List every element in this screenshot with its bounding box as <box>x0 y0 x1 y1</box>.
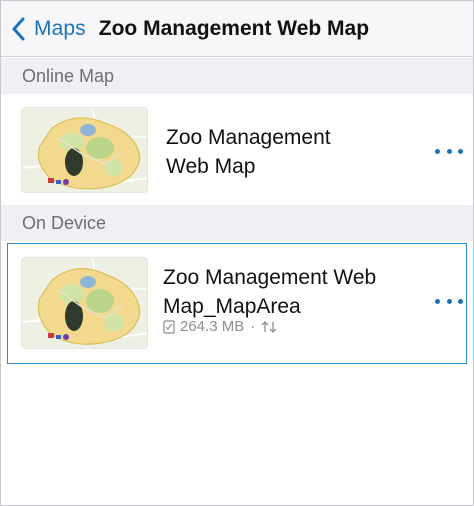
map-thumbnail <box>21 257 148 349</box>
more-options-button[interactable] <box>435 297 463 305</box>
section-header-on-device: On Device <box>1 205 473 241</box>
map-size: 264.3 MB <box>180 318 245 335</box>
map-title: Zoo Management Web Map_MapArea <box>163 263 376 321</box>
chevron-left-icon <box>12 17 25 40</box>
ellipsis-icon <box>458 148 463 154</box>
checklist-icon <box>163 319 175 334</box>
map-title-line: Zoo Management Web <box>163 266 377 289</box>
app-screen: Maps Zoo Management Web Map Online Map Z… <box>0 0 474 506</box>
map-title-line: Map_MapArea <box>163 295 301 318</box>
page-title: Zoo Management Web Map <box>98 16 370 40</box>
ellipsis-icon <box>458 298 463 304</box>
navigation-bar: Maps Zoo Management Web Map <box>1 1 473 57</box>
back-button-label: Maps <box>34 16 86 40</box>
sync-arrows-icon <box>261 320 277 333</box>
section-header-online-map: Online Map <box>1 58 473 94</box>
map-metadata: 264.3 MB · <box>163 318 277 335</box>
section-header-label: On Device <box>22 212 107 233</box>
map-title: Zoo Management Web Map <box>166 123 331 181</box>
map-title-line: Web Map <box>166 155 256 178</box>
meta-separator: · <box>250 318 256 335</box>
map-title-line: Zoo Management <box>166 126 331 149</box>
section-header-label: Online Map <box>22 65 115 86</box>
ellipsis-icon <box>435 148 440 154</box>
map-thumbnail <box>21 107 148 193</box>
map-list-item-on-device[interactable]: Zoo Management Web Map_MapArea 264.3 MB … <box>1 241 473 366</box>
ellipsis-icon <box>435 298 440 304</box>
ellipsis-icon <box>446 298 452 304</box>
back-button[interactable]: Maps <box>11 17 86 41</box>
more-options-button[interactable] <box>435 147 463 155</box>
ellipsis-icon <box>446 148 452 154</box>
map-list-item-online[interactable]: Zoo Management Web Map <box>1 94 473 205</box>
